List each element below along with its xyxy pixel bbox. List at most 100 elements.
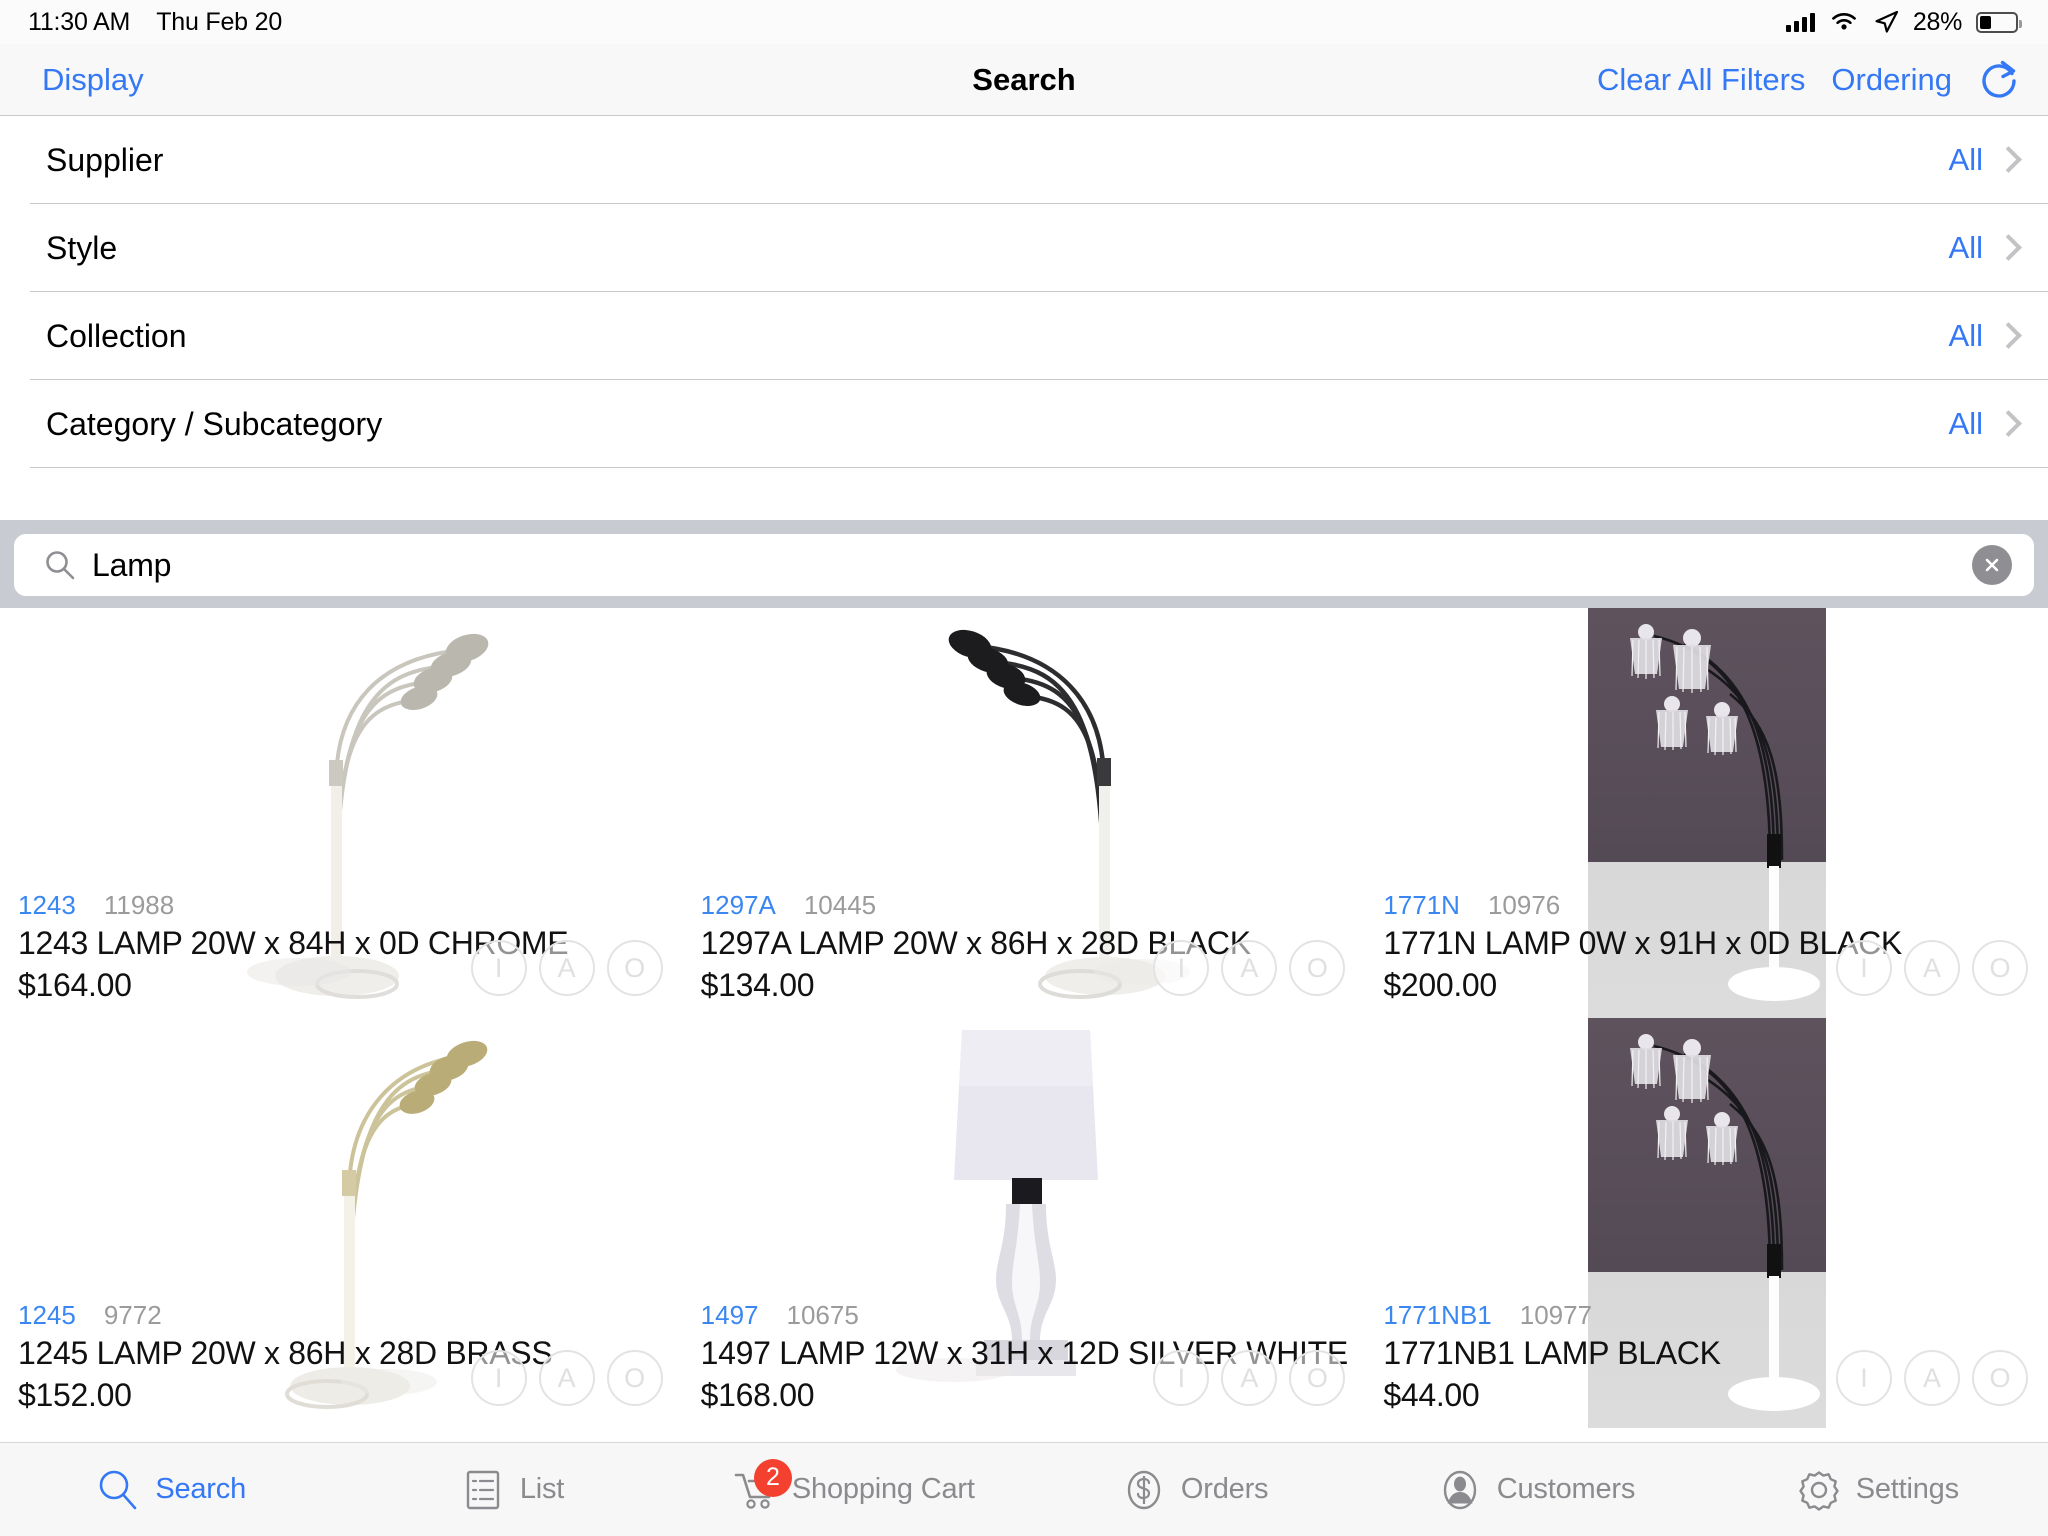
- search-bar-container: Lamp: [0, 520, 2048, 608]
- badge-order-button[interactable]: O: [1289, 1350, 1346, 1406]
- filter-row-category-subcategory[interactable]: Category / Subcategory All: [0, 380, 2048, 468]
- product-sku[interactable]: 1771N: [1383, 890, 1460, 921]
- tab-label: Customers: [1496, 1473, 1636, 1505]
- status-bar: 11:30 AM Thu Feb 20 28%: [0, 0, 2048, 44]
- filter-row-supplier[interactable]: Supplier All: [0, 116, 2048, 204]
- tab-orders[interactable]: Orders: [1024, 1443, 1365, 1536]
- badge-availability-button[interactable]: A: [1221, 1350, 1278, 1406]
- battery-icon: [1976, 11, 2022, 33]
- badge-order-button[interactable]: O: [1289, 940, 1346, 996]
- tab-shopping-cart[interactable]: 2 Shopping Cart: [683, 1443, 1024, 1536]
- badge-availability-button[interactable]: A: [538, 940, 595, 996]
- badge-order-button[interactable]: O: [1972, 1350, 2028, 1406]
- ordering-button[interactable]: Ordering: [1831, 62, 1952, 98]
- badge-image-button[interactable]: I: [470, 940, 527, 996]
- product-info: 1771N 10976 1771N LAMP 0W x 91H x 0D BLA…: [1383, 890, 1902, 1004]
- status-bar-right: 28%: [1785, 7, 2022, 37]
- tab-label: Search: [155, 1473, 246, 1505]
- gear-icon: [1796, 1467, 1842, 1513]
- filter-value-group: All: [1949, 142, 2014, 178]
- product-title: 1771NB1 LAMP BLACK: [1383, 1335, 1721, 1371]
- filter-label: Supplier: [46, 141, 164, 178]
- crystal-shades: [1629, 1034, 1738, 1166]
- badge-availability-button[interactable]: A: [538, 1350, 595, 1406]
- chevron-right-icon: [1999, 235, 2014, 261]
- badge-availability-button[interactable]: A: [1221, 940, 1278, 996]
- product-action-badges: I A O: [1836, 1350, 2028, 1406]
- tab-label: Orders: [1180, 1473, 1269, 1505]
- product-card[interactable]: 1771N 10976 1771N LAMP 0W x 91H x 0D BLA…: [1365, 608, 2048, 1018]
- battery-percent: 28%: [1912, 7, 1962, 36]
- clear-all-filters-button[interactable]: Clear All Filters: [1597, 62, 1805, 98]
- search-input-value: Lamp: [92, 546, 172, 583]
- product-item-id: 10977: [1519, 1300, 1593, 1330]
- badge-image-button[interactable]: I: [1836, 1350, 1892, 1406]
- status-time: 11:30 AM: [28, 7, 131, 36]
- badge-image-button[interactable]: I: [1153, 940, 1210, 996]
- badge-order-button[interactable]: O: [606, 1350, 663, 1406]
- product-identifiers: 1497 10675: [701, 1300, 1348, 1331]
- product-action-badges: I A O: [470, 940, 663, 996]
- product-action-badges: I A O: [470, 1350, 663, 1406]
- product-identifiers: 1245 9772: [18, 1300, 552, 1331]
- tab-settings[interactable]: Settings: [1707, 1443, 2048, 1536]
- filter-label: Collection: [46, 317, 187, 354]
- product-sku[interactable]: 1297A: [701, 890, 776, 921]
- product-sku[interactable]: 1497: [701, 1300, 759, 1331]
- location-arrow-icon: [1875, 10, 1898, 33]
- product-identifiers: 1243 11988: [18, 890, 568, 921]
- tab-customers[interactable]: Customers: [1365, 1443, 1706, 1536]
- badge-order-button[interactable]: O: [1972, 940, 2028, 996]
- badge-image-button[interactable]: I: [1836, 940, 1892, 996]
- badge-order-button[interactable]: O: [606, 940, 663, 996]
- filter-value-group: All: [1949, 230, 2014, 266]
- badge-availability-button[interactable]: A: [1904, 940, 1960, 996]
- wifi-icon: [1831, 12, 1856, 30]
- filter-value: All: [1948, 406, 1983, 441]
- filter-value: All: [1948, 318, 1983, 353]
- filter-value: All: [1948, 230, 1983, 265]
- product-action-badges: I A O: [1836, 940, 2028, 996]
- product-item-id: 9772: [103, 1300, 162, 1330]
- search-icon: [95, 1467, 141, 1513]
- cellular-signal-icon: [1785, 12, 1815, 32]
- cart-count-badge: 2: [753, 1458, 792, 1497]
- tab-bar: Search List 2 Shopping Cart Orders Custo…: [0, 1442, 2048, 1536]
- person-circle-icon: [1437, 1467, 1483, 1513]
- refresh-icon[interactable]: [1978, 58, 2022, 102]
- badge-availability-button[interactable]: A: [1904, 1350, 1960, 1406]
- crystal-shades: [1629, 624, 1738, 756]
- filter-row-style[interactable]: Style All: [0, 204, 2048, 292]
- product-identifiers: 1297A 10445: [701, 890, 1251, 921]
- product-sku[interactable]: 1243: [18, 890, 76, 921]
- badge-image-button[interactable]: I: [1153, 1350, 1210, 1406]
- shopping-cart-icon: 2: [732, 1458, 792, 1513]
- display-button[interactable]: Display: [42, 62, 144, 98]
- filter-label: Category / Subcategory: [46, 405, 383, 442]
- product-item-id: 11988: [103, 890, 175, 920]
- product-sku[interactable]: 1771NB1: [1383, 1300, 1491, 1331]
- tab-search[interactable]: Search: [0, 1443, 341, 1536]
- product-info: 1771NB1 10977 1771NB1 LAMP BLACK $44.00: [1383, 1300, 1721, 1414]
- list-clipboard-icon: [460, 1467, 506, 1513]
- tab-label: Settings: [1855, 1473, 1959, 1505]
- filter-row-collection[interactable]: Collection All: [0, 292, 2048, 380]
- filter-value-group: All: [1949, 318, 2014, 354]
- chevron-right-icon: [1999, 147, 2014, 173]
- status-bar-left: 11:30 AM Thu Feb 20: [28, 8, 282, 37]
- clear-search-icon[interactable]: [1972, 545, 2012, 585]
- product-item-id: 10675: [786, 1300, 859, 1330]
- product-card[interactable]: 1497 10675 1497 LAMP 12W x 31H x 12D SIL…: [682, 1018, 1366, 1428]
- product-card[interactable]: 1297A 10445 1297A LAMP 20W x 86H x 28D B…: [682, 608, 1366, 1018]
- product-sku[interactable]: 1245: [18, 1300, 76, 1331]
- product-card[interactable]: 1243 11988 1243 LAMP 20W x 84H x 0D CHRO…: [0, 608, 683, 1018]
- badge-image-button[interactable]: I: [470, 1350, 527, 1406]
- product-card[interactable]: 1245 9772 1245 LAMP 20W x 86H x 28D BRAS…: [0, 1018, 683, 1428]
- product-title: 1771N LAMP 0W x 91H x 0D BLACK: [1383, 925, 1902, 961]
- search-icon: [46, 551, 75, 580]
- tab-list[interactable]: List: [341, 1443, 682, 1536]
- filter-label: Style: [46, 229, 118, 266]
- tab-label: List: [519, 1473, 565, 1505]
- product-card[interactable]: 1771NB1 10977 1771NB1 LAMP BLACK $44.00 …: [1365, 1018, 2048, 1428]
- search-input[interactable]: Lamp: [14, 534, 2034, 596]
